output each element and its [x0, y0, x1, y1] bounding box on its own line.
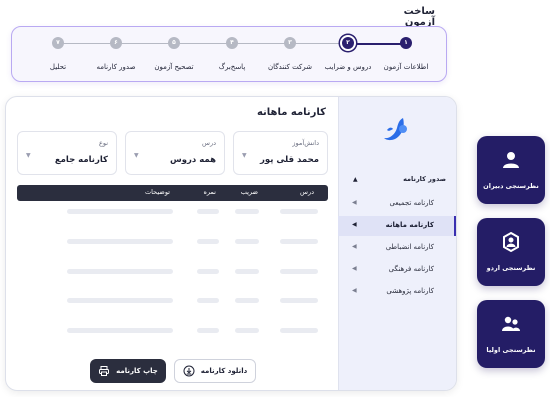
column-header: نمره [203, 188, 216, 196]
step-7-label[interactable]: تحلیل [50, 63, 66, 71]
step-4-dot[interactable]: ۴ [226, 37, 238, 49]
step-2-dot[interactable]: ۲ [342, 37, 354, 49]
report-type-value: کارنامه جامع [54, 155, 108, 165]
teachers-survey-tile[interactable]: نظرسنجی دبیران [477, 136, 545, 204]
print-button-label: چاپ کارنامه [116, 367, 158, 375]
step-connector [62, 43, 114, 44]
course-label: درس [202, 139, 216, 147]
table-header: درس ضریب نمره توضیحات [17, 185, 328, 201]
sidebar-section-title[interactable]: صدور کارنامه [403, 175, 446, 183]
chevron-down-icon: ▼ [26, 152, 31, 159]
tile-label: نظرسنجی دبیران [483, 182, 539, 190]
report-type-select[interactable]: نوع کارنامه جامع ▼ [17, 131, 117, 175]
app-logo-icon [384, 118, 407, 141]
step-1-dot[interactable]: ۱ [400, 37, 412, 49]
table-row [17, 209, 328, 215]
download-report-button[interactable]: دانلود کارنامه [174, 359, 256, 383]
sidebar-item-label: کارنامه ماهانه [385, 221, 434, 229]
user-icon [503, 152, 519, 168]
chevron-left-icon: ◀ [352, 265, 357, 272]
course-value: همه دروس [170, 155, 216, 165]
student-value: محمد قلی پور [260, 155, 319, 165]
download-icon [183, 365, 195, 377]
step-5-label[interactable]: تصحیح آزمون [154, 63, 193, 71]
sidebar-item-label: کارنامه تجمیعی [389, 199, 435, 207]
chevron-left-icon: ◀ [352, 199, 357, 206]
step-connector [294, 43, 346, 44]
camp-survey-tile[interactable]: نظرسنجی اردو [477, 218, 545, 286]
student-label: دانش‌آموز [292, 139, 319, 147]
step-6-label[interactable]: صدور کارنامه [96, 63, 135, 71]
sidebar-item-label: کارنامه انضباطی [385, 243, 434, 251]
step-6-dot[interactable]: ۶ [110, 37, 122, 49]
sidebar-item-aggregate-report[interactable]: کارنامه تجمیعی ◀ [338, 194, 456, 214]
group-gear-icon [503, 232, 519, 252]
chevron-down-icon: ▼ [134, 152, 139, 159]
tile-label: نظرسنجی اردو [486, 264, 536, 272]
sidebar-item-label: کارنامه پژوهشی [386, 287, 434, 295]
sidebar-item-label: کارنامه فرهنگی [388, 265, 434, 273]
sidebar-item-discipline-report[interactable]: کارنامه انضباطی ◀ [338, 238, 456, 258]
tile-label: نظرسنجی اولیا [486, 346, 536, 354]
student-select[interactable]: دانش‌آموز محمد قلی پور ▼ [233, 131, 328, 175]
step-4-label[interactable]: پاسخ‌برگ [219, 63, 246, 71]
step-connector [178, 43, 230, 44]
stepper: ۱ ۲ ۳ ۴ ۵ ۶ ۷ اطلاعات آزمون دروس و ضرایب… [11, 26, 447, 82]
column-header: ضریب [240, 188, 258, 196]
parents-survey-tile[interactable]: نظرسنجی اولیا [477, 300, 545, 368]
table-row [17, 239, 328, 245]
sidebar: صدور کارنامه ▲ کارنامه تجمیعی ◀ کارنامه … [338, 97, 456, 390]
download-button-label: دانلود کارنامه [200, 367, 248, 375]
print-report-button[interactable]: چاپ کارنامه [90, 359, 166, 383]
column-header: درس [300, 188, 314, 196]
caret-up-icon[interactable]: ▲ [353, 176, 358, 183]
chevron-left-icon: ◀ [352, 287, 357, 294]
step-5-dot[interactable]: ۵ [168, 37, 180, 49]
course-select[interactable]: درس همه دروس ▼ [125, 131, 225, 175]
report-card-panel: صدور کارنامه ▲ کارنامه تجمیعی ◀ کارنامه … [5, 96, 457, 391]
step-3-label[interactable]: شرکت کنندگان [268, 63, 312, 71]
printer-icon [99, 366, 110, 376]
sidebar-item-cultural-report[interactable]: کارنامه فرهنگی ◀ [338, 260, 456, 280]
step-7-dot[interactable]: ۷ [52, 37, 64, 49]
step-1-label[interactable]: اطلاعات آزمون [384, 63, 429, 71]
column-header: توضیحات [145, 188, 170, 196]
step-connector [120, 43, 172, 44]
sidebar-item-monthly-report[interactable]: کارنامه ماهانه ◀ [338, 216, 456, 236]
content-title: کارنامه ماهانه [256, 107, 326, 118]
parents-icon [502, 316, 520, 331]
sidebar-item-research-report[interactable]: کارنامه پژوهشی ◀ [338, 282, 456, 302]
step-connector [236, 43, 288, 44]
step-2-label[interactable]: دروس و ضرایب [325, 63, 372, 71]
chevron-left-icon: ◀ [352, 221, 357, 228]
step-connector [352, 43, 404, 45]
chevron-down-icon: ▼ [242, 152, 247, 159]
table-row [17, 298, 328, 304]
table-row [17, 269, 328, 275]
step-3-dot[interactable]: ۳ [284, 37, 296, 49]
page-title: ساخت آزمون [403, 6, 435, 28]
table-row [17, 328, 328, 334]
chevron-left-icon: ◀ [352, 243, 357, 250]
report-type-label: نوع [98, 139, 108, 147]
